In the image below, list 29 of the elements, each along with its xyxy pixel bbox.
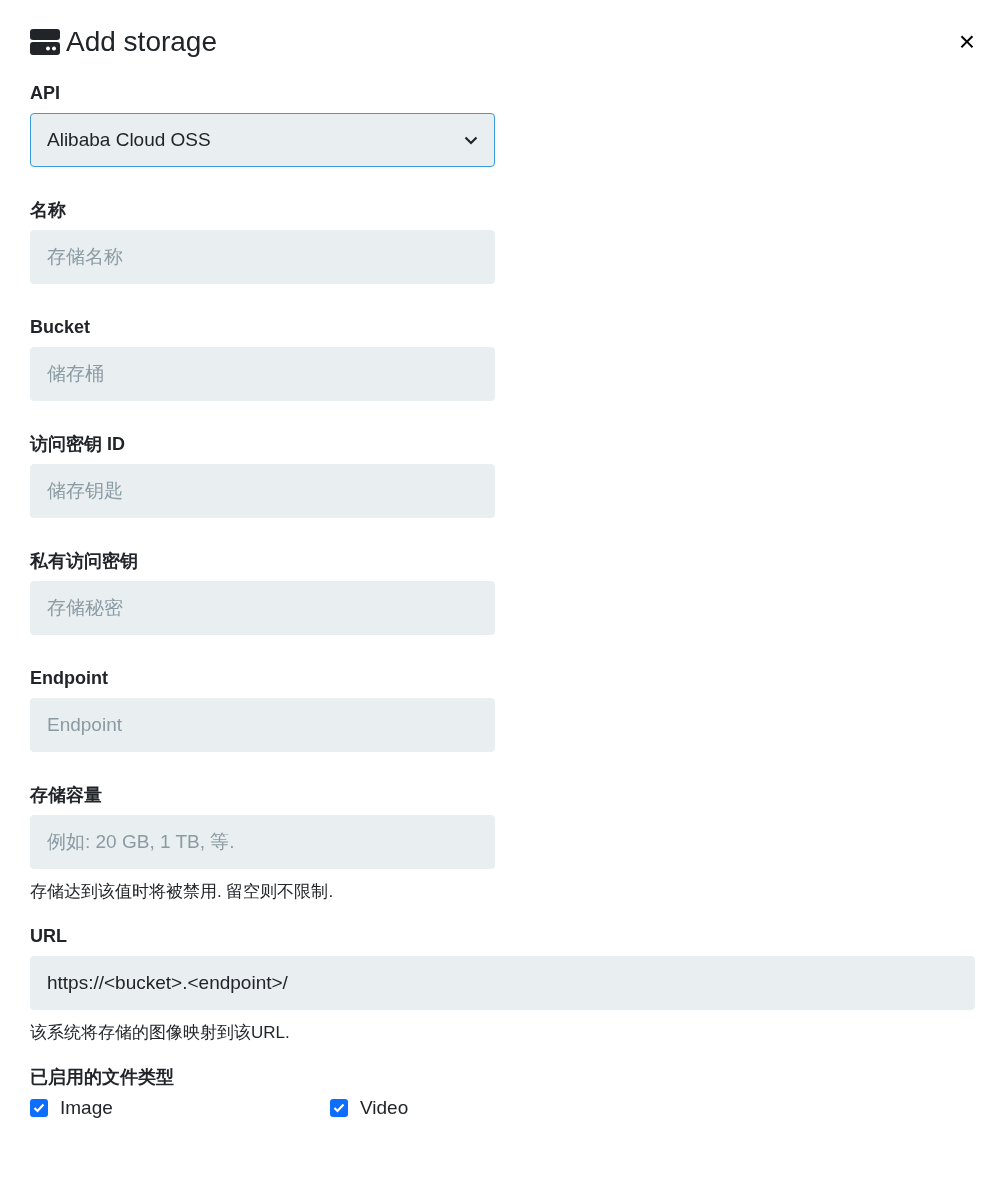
check-icon bbox=[333, 1103, 345, 1113]
field-label: Bucket bbox=[30, 316, 91, 338]
field-hint: 该系统将存储的图像映射到该URL. bbox=[30, 1022, 290, 1044]
chevron-down-icon bbox=[464, 135, 478, 145]
text-field[interactable]: 存储名称 bbox=[30, 230, 495, 284]
field-label: 私有访问密钥 bbox=[30, 550, 138, 572]
api-select[interactable]: Alibaba Cloud OSS bbox=[30, 113, 495, 167]
field-label: 访问密钥 ID bbox=[30, 433, 125, 455]
close-button[interactable]: × bbox=[958, 28, 975, 56]
check-icon bbox=[33, 1103, 45, 1113]
server-icon bbox=[30, 29, 60, 55]
field-label: 存储容量 bbox=[30, 784, 102, 806]
field-label: 已启用的文件类型 bbox=[30, 1066, 174, 1088]
field-label: URL bbox=[30, 925, 67, 947]
field-hint: 存储达到该值时将被禁用. 留空则不限制. bbox=[30, 881, 334, 903]
checkbox-option[interactable]: Video bbox=[330, 1097, 630, 1119]
field-label: Endpoint bbox=[30, 667, 108, 689]
checkbox[interactable] bbox=[30, 1099, 48, 1117]
dialog-title: Add storage bbox=[66, 26, 217, 58]
text-field[interactable]: 例如: 20 GB, 1 TB, 等. bbox=[30, 815, 495, 869]
text-field[interactable]: https://<bucket>.<endpoint>/ bbox=[30, 956, 975, 1010]
text-field[interactable]: 存储秘密 bbox=[30, 581, 495, 635]
text-field[interactable]: Endpoint bbox=[30, 698, 495, 752]
text-field[interactable]: 储存桶 bbox=[30, 347, 495, 401]
field-label: API bbox=[30, 82, 60, 104]
checkbox-option[interactable]: Image bbox=[30, 1097, 330, 1119]
text-field[interactable]: 储存钥匙 bbox=[30, 464, 495, 518]
field-label: 名称 bbox=[30, 199, 66, 221]
checkbox[interactable] bbox=[330, 1099, 348, 1117]
